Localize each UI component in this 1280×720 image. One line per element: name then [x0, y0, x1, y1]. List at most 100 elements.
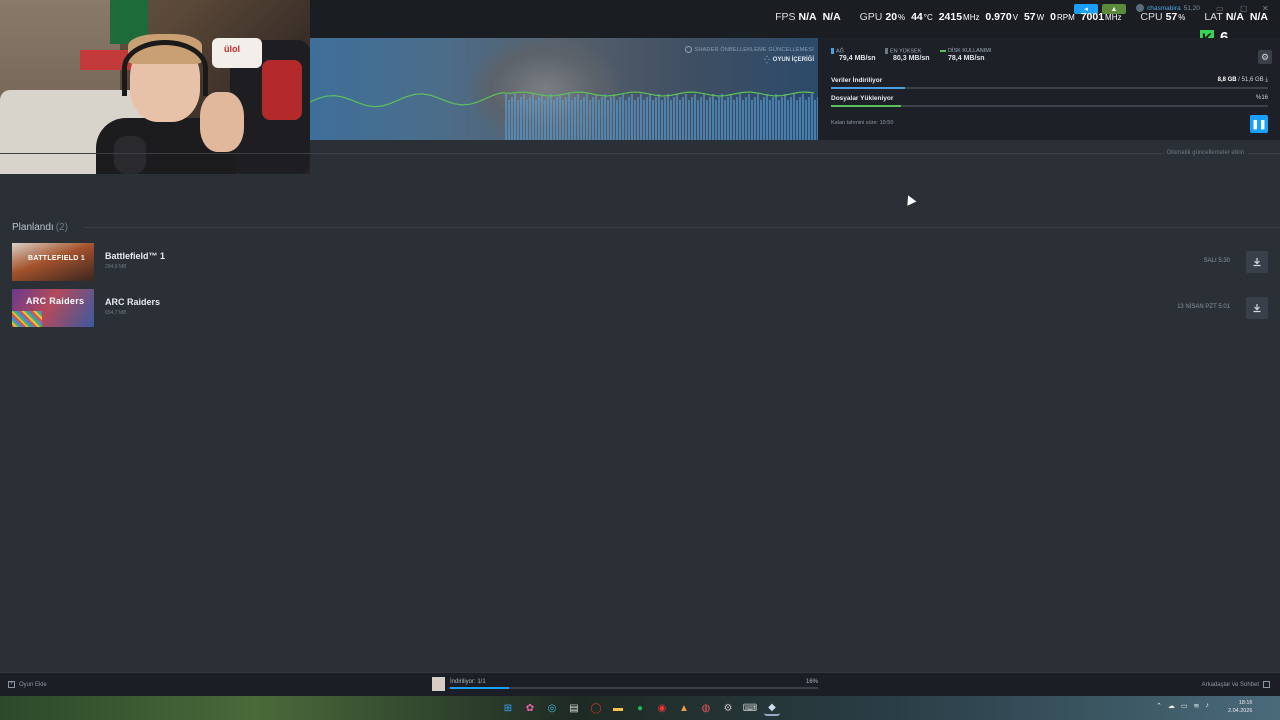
- graph-bar: [646, 97, 648, 140]
- steam-icon[interactable]: ◆: [764, 700, 780, 716]
- settings-icon[interactable]: ⚙: [720, 700, 736, 716]
- record-icon[interactable]: ◉: [654, 700, 670, 716]
- volume-icon[interactable]: ♪: [1205, 702, 1209, 710]
- system-tray: ⌃ ☁ ▭ ≋ ♪: [1156, 702, 1209, 710]
- graph-bar: [625, 100, 627, 140]
- game-thumbnail[interactable]: ARC Raiders: [12, 289, 94, 327]
- game-size: 294,9 MB: [105, 264, 127, 270]
- game-row-battlefield-1[interactable]: BATTLEFIELD 1 Battlefield™ 1 294,9 MB SA…: [12, 243, 1268, 283]
- headset-icon: [122, 40, 208, 96]
- keyboard-icon[interactable]: ⌨: [742, 700, 758, 716]
- edge-icon[interactable]: ◎: [544, 700, 560, 716]
- monitor-icon[interactable]: ▭: [1181, 702, 1188, 710]
- graph-bar: [631, 94, 633, 140]
- graph-bar: [562, 100, 564, 140]
- download-status-mini[interactable]: İndiriliyor: 1/1 16%: [432, 677, 818, 691]
- chevron-up-icon[interactable]: ⌃: [1156, 702, 1162, 710]
- graph-bar: [541, 94, 543, 140]
- download-button[interactable]: [1246, 297, 1268, 319]
- friends-chat-button[interactable]: Arkadaşlar ve Sohbet: [1202, 681, 1270, 688]
- graph-bar: [793, 94, 795, 140]
- graph-bar: [784, 94, 786, 140]
- graph-bar: [607, 100, 609, 140]
- graph-bar: [568, 94, 570, 140]
- graph-bar: [814, 100, 816, 140]
- graph-bar: [613, 94, 615, 140]
- download-button[interactable]: [1246, 251, 1268, 273]
- taskbar-apps: ⊞ ✿ ◎ ▤ ◯ ▬ ● ◉ ▲ ◍ ⚙ ⌨ ◆: [500, 700, 780, 716]
- graph-bar: [616, 100, 618, 140]
- spinner-icon: ⁛: [764, 57, 770, 64]
- graph-bar: [634, 100, 636, 140]
- cam-pillow-text: ülol: [224, 44, 240, 54]
- graph-bar: [520, 97, 522, 140]
- windows-start-icon[interactable]: ⊞: [500, 700, 516, 716]
- mini-progress-fill: [450, 687, 509, 689]
- graph-bar: [796, 100, 798, 140]
- shader-icon: [684, 46, 692, 53]
- graph-bar: [766, 94, 768, 140]
- download-icon: [1253, 304, 1261, 313]
- graph-bar: [505, 94, 507, 140]
- game-row-arc-raiders[interactable]: ARC Raiders ARC Raiders 654,7 MB 13 NİSA…: [12, 289, 1268, 329]
- graph-bar: [781, 97, 783, 140]
- scheduled-time: 13 NİSAN PZT 5:01: [1177, 304, 1230, 310]
- graph-bar: [748, 94, 750, 140]
- downloading-label: Veriler İndiriliyor: [831, 77, 883, 84]
- download-icon: [1253, 258, 1261, 267]
- graph-bar: [724, 100, 726, 140]
- graph-bar: [763, 97, 765, 140]
- graph-bar: [538, 97, 540, 140]
- graph-bar: [574, 97, 576, 140]
- pause-button[interactable]: ❚❚: [1250, 115, 1268, 133]
- copilot-icon[interactable]: ✿: [522, 700, 538, 716]
- graph-bar: [547, 97, 549, 140]
- graph-bar: [580, 100, 582, 140]
- graph-bar: [637, 97, 639, 140]
- graph-bar: [799, 97, 801, 140]
- graph-bar: [712, 94, 714, 140]
- graph-bar: [658, 94, 660, 140]
- graph-bar: [511, 97, 513, 140]
- disk-legend-icon: [940, 49, 946, 52]
- graph-bar: [787, 100, 789, 140]
- folder-icon[interactable]: ▬: [610, 700, 626, 716]
- graph-bar: [517, 100, 519, 140]
- graph-bar: [673, 97, 675, 140]
- graph-bar: [727, 97, 729, 140]
- cloud-icon[interactable]: ☁: [1168, 702, 1175, 710]
- graph-bar: [514, 94, 516, 140]
- webcam-overlay: ülol: [0, 0, 310, 174]
- network-legend-icon: [831, 48, 834, 54]
- game-name: ARC Raiders: [105, 297, 161, 307]
- graph-bar: [622, 94, 624, 140]
- graph-bar: [652, 100, 654, 140]
- add-game-button[interactable]: + Oyun Ekle: [8, 681, 47, 688]
- graph-bar: [811, 94, 813, 140]
- peak-legend-icon: [885, 48, 888, 54]
- graph-bar: [703, 94, 705, 140]
- graph-bar: [745, 97, 747, 140]
- graph-bar: [544, 100, 546, 140]
- graph-bar: [709, 97, 711, 140]
- gear-icon[interactable]: ⚙: [1258, 50, 1272, 64]
- game-thumbnail[interactable]: BATTLEFIELD 1: [12, 243, 94, 281]
- graph-bar: [601, 97, 603, 140]
- spotify-icon[interactable]: ●: [632, 700, 648, 716]
- graph-bar: [736, 97, 738, 140]
- graph-bar: [553, 100, 555, 140]
- wifi-icon[interactable]: ≋: [1194, 702, 1200, 710]
- graph-bar: [730, 94, 732, 140]
- taskbar-clock[interactable]: 18:16 2.04.2026: [1228, 699, 1252, 715]
- app-icon[interactable]: ▲: [676, 700, 692, 716]
- windows-taskbar: ⊞ ✿ ◎ ▤ ◯ ▬ ● ◉ ▲ ◍ ⚙ ⌨ ◆ ⌃ ☁ ▭ ≋ ♪ 18:1…: [0, 696, 1280, 720]
- chrome-icon[interactable]: ◍: [698, 700, 714, 716]
- graph-bar: [670, 100, 672, 140]
- microphone-icon: [114, 136, 146, 174]
- downloaded-size: 8,8 GB / 51,6 GB ⤓: [1217, 77, 1268, 83]
- graph-bar: [778, 100, 780, 140]
- store-icon[interactable]: ▤: [566, 700, 582, 716]
- game-size: 654,7 MB: [105, 310, 127, 316]
- opera-icon[interactable]: ◯: [588, 700, 604, 716]
- graph-bar: [643, 100, 645, 140]
